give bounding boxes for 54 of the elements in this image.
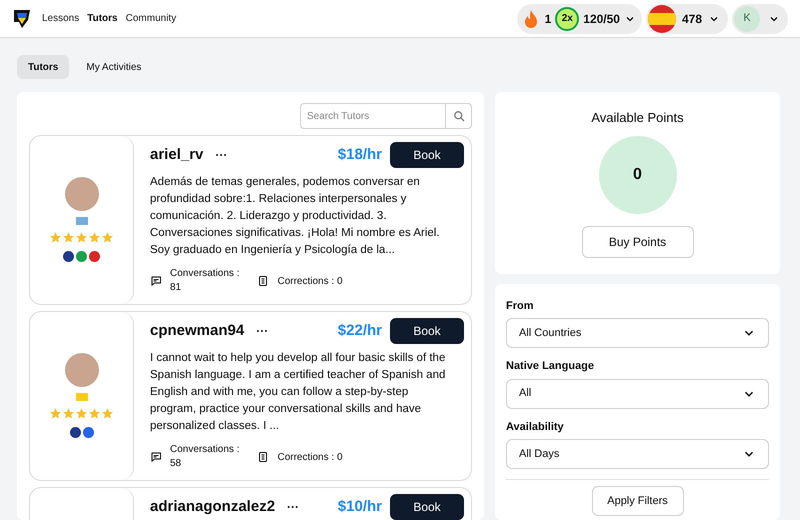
conversations-count: 58 <box>170 457 182 471</box>
more-options-button[interactable]: ··· <box>215 146 228 164</box>
conversations-label: Conversations : <box>170 443 240 457</box>
apply-filters-button[interactable]: Apply Filters <box>592 486 684 516</box>
price-per-hour: $18/hr <box>338 144 382 165</box>
avatar-placeholder <box>64 353 98 387</box>
points-count: 478 <box>682 10 702 28</box>
price-per-hour: $10/hr <box>338 496 382 517</box>
tutor-name[interactable]: cpnewman94 <box>150 320 244 342</box>
filter-label: Native Language <box>506 359 596 374</box>
flag-icon <box>648 4 676 32</box>
conversations-count: 81 <box>170 281 182 295</box>
filter-dropdown[interactable]: All Countries <box>506 318 769 348</box>
nav-link[interactable]: Tutors <box>87 11 118 26</box>
notebook-icon <box>257 451 270 463</box>
filter-label: Availability <box>506 420 565 434</box>
chat-icon <box>150 275 162 287</box>
points-title: Available Points <box>591 109 684 127</box>
conversations-label: Conversations : <box>170 267 240 281</box>
book-button[interactable]: Book <box>390 142 464 168</box>
more-options-button[interactable]: ··· <box>256 322 268 340</box>
book-button[interactable]: Book <box>390 318 464 344</box>
tutor-description: Además de temas generales, podemos conversar en profundidad sobre:1. Relaciones interpersonales y comunicación. 2. Liderazgo y productividad. 3. Conversaciones significativas. ¡Hola! Mi nombre es Ariel. Soy graduado en Ingeniería y Psicología de la... <box>150 175 441 258</box>
tutor-name[interactable]: ariel_rv <box>150 144 204 166</box>
xp-total: 120/50 <box>583 10 620 28</box>
profile-pill[interactable]: K <box>732 4 788 34</box>
tutor-description: I cannot wait to help you develop all four basic skills of the Spanish language. I am a certified teacher of Spanish and English and with me, you can follow a step-by-step program, practice your conversational skills and have personalized classes. I ... <box>150 351 446 434</box>
streak-pill[interactable]: 1 2x 120/50 <box>516 4 642 34</box>
streak-count: 1 <box>544 10 552 28</box>
more-options-button[interactable]: ··· <box>287 498 300 516</box>
avatar-placeholder <box>64 177 98 211</box>
search-field[interactable]: Search Tutors <box>300 103 446 129</box>
tutor-name[interactable]: adrianagonzalez2 <box>150 496 276 518</box>
tab[interactable]: Tutors <box>17 55 70 79</box>
chat-icon <box>150 451 162 463</box>
corrections-count: Corrections : 0 <box>277 450 343 464</box>
book-button[interactable]: Book <box>390 494 464 520</box>
multiplier-badge: 2x <box>555 6 580 30</box>
logo-icon <box>12 8 32 30</box>
nav-link[interactable]: Lessons <box>42 11 80 26</box>
price-per-hour: $22/hr <box>338 320 382 341</box>
corrections-count: Corrections : 0 <box>277 274 343 288</box>
language-pill[interactable]: 478 <box>646 4 728 34</box>
filter-dropdown[interactable]: All Days <box>506 439 769 469</box>
tab[interactable]: My Activities <box>75 55 152 79</box>
buy-points-button[interactable]: Buy Points <box>582 226 694 258</box>
notebook-icon <box>257 275 270 287</box>
flame-icon <box>522 8 539 28</box>
search-icon <box>452 110 464 122</box>
user-avatar: K <box>734 6 760 32</box>
search-button[interactable] <box>446 103 472 129</box>
filter-dropdown[interactable]: All <box>506 378 769 408</box>
filter-label: From <box>506 298 534 314</box>
nav-link[interactable]: Community <box>126 11 176 26</box>
